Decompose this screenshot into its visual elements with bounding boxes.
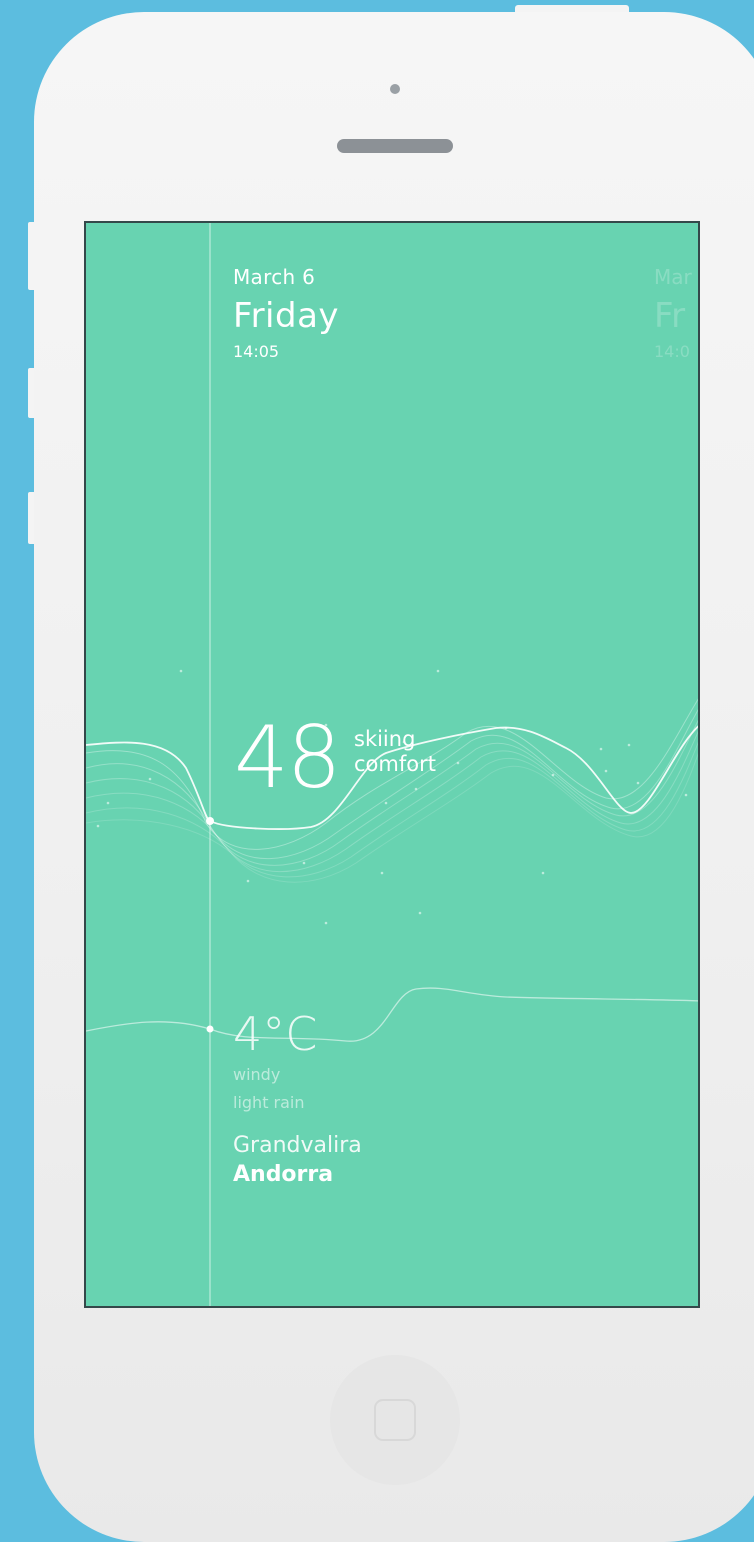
comfort-marker <box>206 817 214 825</box>
next-day-time[interactable]: 14:0 <box>654 344 690 360</box>
country-name: Andorra <box>233 1162 334 1187</box>
front-camera <box>390 84 400 94</box>
next-day-date-label[interactable]: Mar <box>654 267 692 287</box>
skiing-comfort-label-line1: skiing <box>354 727 416 751</box>
comfort-dots <box>96 669 688 925</box>
app-screen[interactable]: March 6 Friday 14:05 Mar Fr 14:0 48 skii… <box>84 221 700 1308</box>
home-square-icon <box>374 1399 416 1441</box>
temperature-line <box>86 987 698 1042</box>
resort-name: Grandvalira <box>233 1133 362 1158</box>
precipitation-condition: light rain <box>233 1093 305 1112</box>
time-label: 14:05 <box>233 342 280 361</box>
comfort-wave-band <box>86 698 698 883</box>
temperature-marker <box>206 1025 214 1033</box>
date-label: March 6 <box>233 265 316 289</box>
earpiece-speaker <box>337 139 453 153</box>
wind-condition: windy <box>233 1065 281 1084</box>
skiing-comfort-value: 48 <box>234 708 341 808</box>
temperature-value: 4°C <box>233 1007 318 1061</box>
weekday-title: Friday <box>233 296 340 336</box>
next-day-weekday[interactable]: Fr <box>654 299 685 333</box>
skiing-comfort-label-line2: comfort <box>354 752 436 776</box>
